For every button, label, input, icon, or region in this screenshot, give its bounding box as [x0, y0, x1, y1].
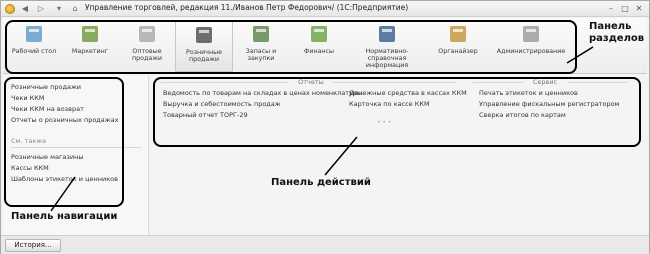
maximize-icon[interactable]: □ — [619, 3, 631, 15]
actions-panel-callout: Панель действий — [271, 177, 371, 188]
sections-panel-callout: Панель разделов — [589, 21, 645, 44]
back-arrow-icon[interactable]: ◀ — [19, 3, 31, 15]
1c-logo-icon — [5, 4, 15, 14]
sections-panel-outline — [5, 20, 577, 74]
menu-dropdown-icon[interactable]: ▾ — [53, 3, 65, 15]
home-icon[interactable]: ⌂ — [69, 3, 81, 15]
status-bar: История... — [1, 235, 649, 254]
navigation-panel-outline — [4, 77, 124, 207]
title-bar: ◀ ▷ ▾ ⌂ Управление торговлей, редакция 1… — [1, 1, 649, 17]
close-icon[interactable]: ✕ — [633, 3, 645, 15]
actions-panel-outline — [153, 77, 641, 147]
history-button[interactable]: История... — [5, 239, 61, 252]
app-window: ◀ ▷ ▾ ⌂ Управление торговлей, редакция 1… — [0, 0, 650, 254]
window-title: Управление торговлей, редакция 11./Ивано… — [85, 3, 409, 12]
forward-arrow-icon[interactable]: ▷ — [35, 3, 47, 15]
minimize-icon[interactable]: – — [605, 3, 617, 15]
navigation-panel-callout: Панель навигации — [11, 211, 118, 222]
